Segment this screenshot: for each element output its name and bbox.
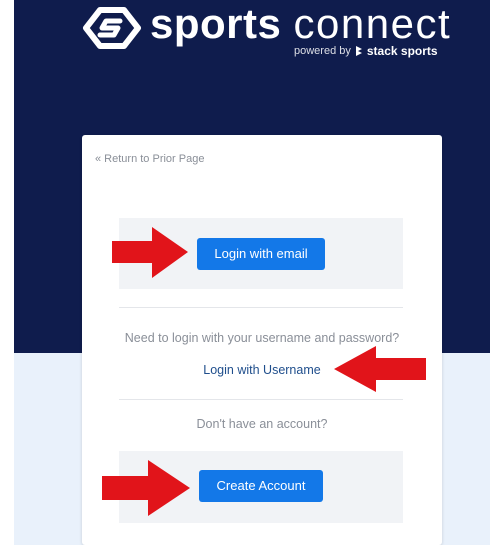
logo-word-sports: sports <box>150 0 282 47</box>
stack-sports-icon <box>355 46 362 56</box>
red-arrow-icon <box>112 227 188 278</box>
powered-by-line: powered by stack sports <box>294 44 438 58</box>
sports-connect-logo-icon <box>83 7 141 49</box>
username-login-prompt: Need to login with your username and pas… <box>124 331 400 345</box>
stack-sports-label: stack sports <box>366 44 438 58</box>
divider <box>119 399 403 400</box>
red-arrow-icon <box>102 460 190 516</box>
create-account-button[interactable]: Create Account <box>199 470 323 502</box>
divider <box>119 307 403 308</box>
login-with-email-button[interactable]: Login with email <box>197 238 325 270</box>
return-to-prior-page-link[interactable]: « Return to Prior Page <box>95 153 204 165</box>
no-account-prompt: Don't have an account? <box>196 417 328 431</box>
sports-connect-logo: sports connect powered by stack sports <box>80 0 450 64</box>
powered-by-label: powered by <box>294 45 351 57</box>
logo-wordmark: sports connect <box>150 0 451 48</box>
logo-word-connect: connect <box>293 0 452 47</box>
red-arrow-icon <box>334 346 426 392</box>
